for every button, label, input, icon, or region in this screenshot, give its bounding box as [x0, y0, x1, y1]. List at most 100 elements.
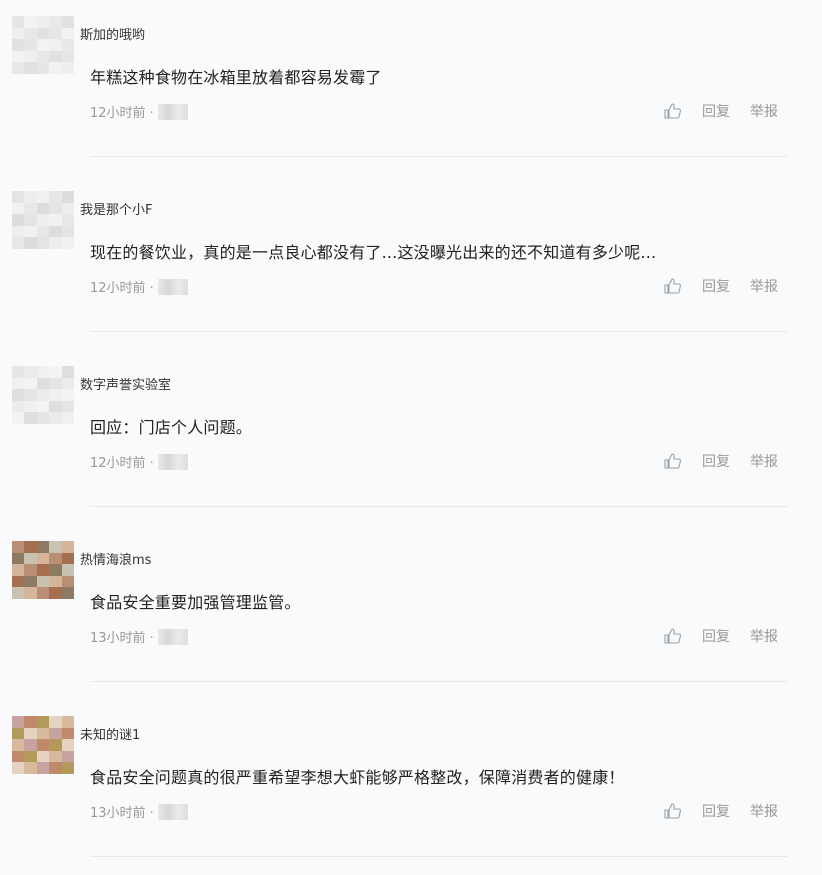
- avatar-pixel: [36, 39, 50, 51]
- avatar-pixel: [61, 716, 74, 728]
- comment-text: 食品安全问题真的很严重希望李想大虾能够严格整改，保障消费者的健康！: [90, 768, 625, 787]
- avatar-pixel: [49, 389, 62, 401]
- avatar-pixel: [49, 750, 62, 763]
- reply-button[interactable]: 回复: [702, 101, 730, 121]
- username[interactable]: 我是那个小F: [80, 199, 152, 218]
- avatar-pixel: [49, 377, 62, 390]
- avatar-pixel: [61, 552, 74, 565]
- timestamp: 13小时前 ·: [90, 631, 154, 646]
- avatar-pixel: [61, 214, 74, 226]
- avatar-pixel: [49, 727, 62, 740]
- avatar-pixel: [24, 214, 37, 226]
- comment-text: 回应：门店个人问题。: [90, 418, 253, 437]
- comment-text: 食品安全重要加强管理监管。: [90, 593, 301, 612]
- avatar-pixel: [61, 202, 74, 215]
- comment-actions: 回复 举报: [664, 276, 778, 296]
- avatar[interactable]: [12, 541, 74, 599]
- avatar-pixel: [49, 214, 62, 226]
- avatar-pixel: [24, 587, 37, 599]
- thumbs-up-icon[interactable]: [664, 453, 682, 469]
- divider: [90, 156, 788, 157]
- avatar-pixel: [24, 575, 37, 588]
- avatar-pixel: [12, 564, 25, 576]
- username[interactable]: 热情海浪ms: [80, 549, 151, 568]
- avatar-pixel: [12, 377, 25, 390]
- username[interactable]: 斯加的哦哟: [80, 24, 145, 43]
- avatar-pixel: [61, 389, 74, 401]
- avatar-pixel: [24, 50, 37, 63]
- avatar-pixel: [61, 541, 74, 553]
- avatar-pixel: [36, 191, 50, 203]
- avatar-pixel: [12, 762, 25, 774]
- avatar-pixel: [36, 202, 50, 215]
- thumbs-up-icon[interactable]: [664, 103, 682, 119]
- report-button[interactable]: 举报: [750, 276, 778, 296]
- avatar-pixel: [36, 214, 50, 226]
- avatar-pixel: [12, 27, 25, 40]
- avatar-pixel: [36, 377, 50, 390]
- reply-button[interactable]: 回复: [702, 801, 730, 821]
- avatar-pixel: [36, 16, 50, 28]
- divider: [90, 331, 788, 332]
- avatar-pixel: [49, 191, 62, 203]
- avatar-pixel: [49, 62, 62, 74]
- avatar-pixel: [61, 225, 74, 238]
- reply-button[interactable]: 回复: [702, 276, 730, 296]
- avatar-pixel: [61, 50, 74, 63]
- avatar-pixel: [36, 237, 50, 249]
- avatar-pixel: [24, 412, 37, 424]
- username[interactable]: 未知的谜1: [80, 724, 140, 743]
- avatar-pixel: [36, 400, 50, 413]
- reply-button[interactable]: 回复: [702, 626, 730, 646]
- thumbs-up-icon[interactable]: [664, 278, 682, 294]
- avatar-pixel: [12, 225, 25, 238]
- comment-meta: 12小时前 ·: [90, 452, 188, 471]
- avatar-pixel: [61, 366, 74, 378]
- thumbs-up-icon[interactable]: [664, 803, 682, 819]
- report-button[interactable]: 举报: [750, 626, 778, 646]
- avatar-pixel: [24, 739, 37, 751]
- avatar-pixel: [12, 400, 25, 413]
- avatar-pixel: [61, 27, 74, 40]
- avatar[interactable]: [12, 16, 74, 74]
- avatar-pixel: [49, 366, 62, 378]
- avatar-pixel: [24, 191, 37, 203]
- avatar-pixel: [24, 202, 37, 215]
- avatar-pixel: [36, 541, 50, 553]
- avatar-pixel: [61, 16, 74, 28]
- avatar-pixel: [36, 62, 50, 74]
- username[interactable]: 数字声誉实验室: [80, 374, 171, 393]
- avatar-pixel: [49, 27, 62, 40]
- comment-meta: 12小时前 ·: [90, 102, 188, 121]
- location-redacted: [157, 103, 188, 120]
- avatar-pixel: [12, 366, 25, 378]
- report-button[interactable]: 举报: [750, 101, 778, 121]
- avatar-pixel: [12, 739, 25, 751]
- timestamp: 12小时前 ·: [90, 281, 154, 296]
- avatar[interactable]: [12, 716, 74, 774]
- comment-actions: 回复 举报: [664, 626, 778, 646]
- avatar-pixel: [36, 225, 50, 238]
- reply-button[interactable]: 回复: [702, 451, 730, 471]
- comment-text: 年糕这种食物在冰箱里放着都容易发霉了: [90, 68, 382, 87]
- avatar[interactable]: [12, 366, 74, 424]
- avatar-pixel: [12, 716, 25, 728]
- avatar-pixel: [12, 750, 25, 763]
- avatar-pixel: [24, 716, 37, 728]
- report-button[interactable]: 举报: [750, 801, 778, 821]
- avatar-pixel: [12, 552, 25, 565]
- avatar-pixel: [36, 389, 50, 401]
- avatar-pixel: [24, 39, 37, 51]
- avatar-pixel: [49, 202, 62, 215]
- thumbs-up-icon[interactable]: [664, 628, 682, 644]
- location-redacted: [157, 803, 188, 820]
- avatar[interactable]: [12, 191, 74, 249]
- comment-meta: 13小时前 ·: [90, 802, 188, 821]
- report-button[interactable]: 举报: [750, 451, 778, 471]
- avatar-pixel: [61, 377, 74, 390]
- avatar-pixel: [49, 541, 62, 553]
- avatar-pixel: [24, 377, 37, 390]
- avatar-pixel: [49, 762, 62, 774]
- divider: [90, 681, 788, 682]
- comment-item: 我是那个小F 现在的餐饮业，真的是一点良心都没有了...这没曝光出来的还不知道有…: [0, 175, 822, 350]
